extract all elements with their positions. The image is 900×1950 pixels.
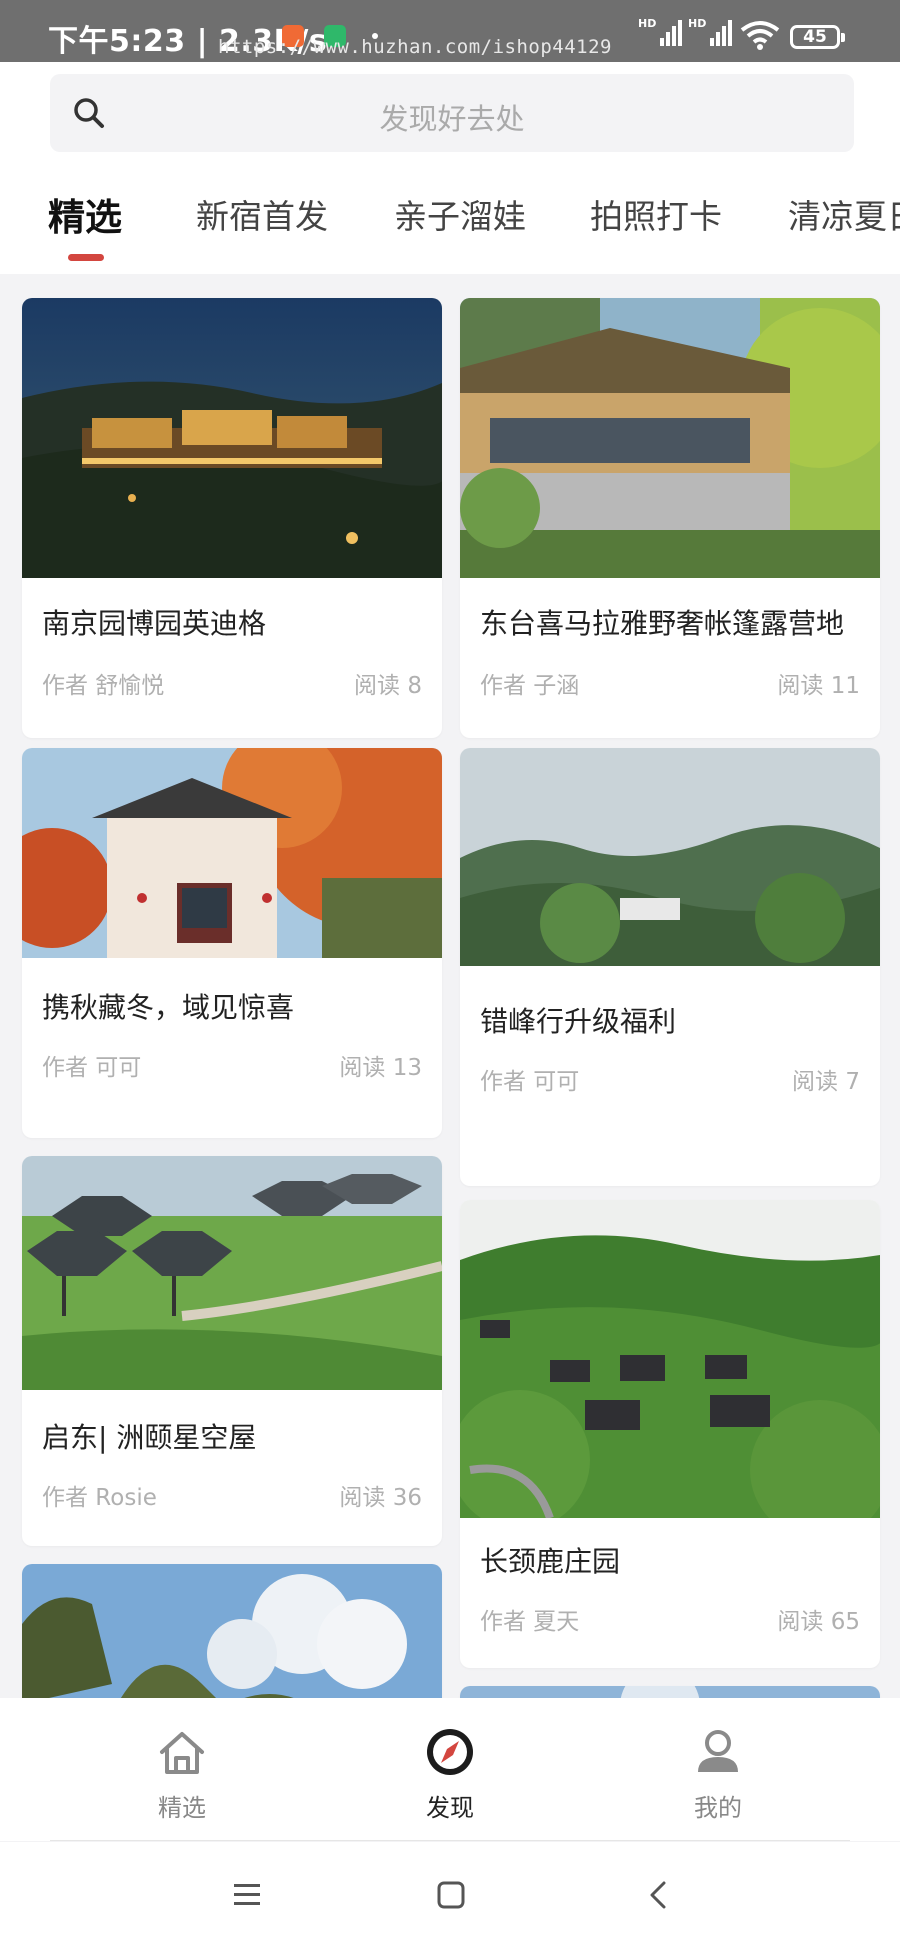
tab-summer[interactable]: 清凉夏日 (788, 190, 900, 238)
card-author: 作者 Rosie (42, 1485, 157, 1511)
user-icon (698, 1730, 738, 1772)
divider (50, 1840, 850, 1841)
card-image-bamboo-villas (460, 1200, 880, 1518)
card-reads: 阅读 11 (777, 673, 860, 699)
search-placeholder: 发现好去处 (379, 102, 525, 136)
card-author: 作者 可可 (42, 1055, 142, 1081)
card-title: 长颈鹿庄园 (480, 1545, 621, 1578)
card-reads: 阅读 7 (792, 1069, 860, 1095)
card-title: 启东| 洲颐星空屋 (42, 1421, 257, 1454)
nav-featured-label: 精选 (158, 1794, 206, 1822)
card-title: 错峰行升级福利 (480, 1005, 677, 1038)
card-image-sky (460, 1686, 880, 1698)
svg-text:HD: HD (638, 17, 656, 30)
article-card[interactable]: 错峰行升级福利 作者 可可 阅读 7 (460, 748, 880, 1186)
article-card[interactable]: 长颈鹿庄园 作者 夏天 阅读 65 (460, 1200, 880, 1668)
home-square-icon[interactable] (436, 1880, 466, 1910)
header: 发现好去处 精选 新宿首发 亲子溜娃 拍照打卡 清凉夏日 (0, 62, 900, 274)
tab-family[interactable]: 亲子溜娃 (394, 190, 526, 238)
card-image-hexagon-cabins (22, 1156, 442, 1390)
nav-featured[interactable]: 精选 (122, 1726, 242, 1823)
nav-profile-label: 我的 (694, 1794, 742, 1822)
wifi-icon (740, 21, 780, 50)
signal-icon-2: HD (688, 17, 732, 46)
card-reads: 阅读 13 (339, 1055, 422, 1081)
card-reads: 阅读 36 (339, 1485, 422, 1511)
card-reads: 阅读 65 (777, 1609, 860, 1635)
article-card[interactable]: 南京园博园英迪格 作者 舒愉悦 阅读 8 (22, 298, 442, 738)
back-icon[interactable] (644, 1880, 674, 1910)
card-image-karst-mountains (22, 1564, 442, 1698)
menu-icon[interactable] (232, 1880, 262, 1910)
card-author: 作者 舒愉悦 (42, 673, 165, 699)
card-reads: 阅读 8 (354, 673, 422, 699)
card-author: 作者 夏天 (480, 1609, 580, 1635)
article-card[interactable]: 启东| 洲颐星空屋 作者 Rosie 阅读 36 (22, 1156, 442, 1546)
card-title: 携秋藏冬，域见惊喜 (42, 991, 295, 1024)
watermark-url: https://www.huzhan.com/ishop44129 (218, 36, 612, 58)
signal-icon: HD (638, 17, 682, 46)
article-feed[interactable]: 南京园博园英迪格 作者 舒愉悦 阅读 8 东台喜马拉雅野奢帐篷露营地 作者 子涵… (0, 274, 900, 1698)
card-title: 东台喜马拉雅野奢帐篷露营地 (480, 607, 845, 640)
tab-photo-spots[interactable]: 拍照打卡 (590, 190, 722, 238)
system-navigation-bar (0, 1842, 900, 1950)
card-image-tent-lodge (460, 298, 880, 578)
home-icon (160, 1732, 204, 1774)
card-title: 南京园博园英迪格 (42, 607, 267, 640)
card-author: 作者 子涵 (480, 673, 580, 699)
svg-text:HD: HD (688, 17, 706, 30)
nav-discover-label: 发现 (426, 1794, 474, 1822)
category-tabs: 精选 新宿首发 亲子溜娃 拍照打卡 清凉夏日 (0, 190, 900, 274)
battery-icon: 45 (790, 25, 845, 49)
tab-featured[interactable]: 精选 (48, 187, 122, 241)
article-card[interactable] (22, 1564, 442, 1698)
compass-icon (427, 1729, 473, 1775)
article-card[interactable] (460, 1686, 880, 1698)
card-image-night-resort (22, 298, 442, 578)
bottom-nav: 精选 发现 我的 (0, 1698, 900, 1841)
nav-discover[interactable]: 发现 (390, 1726, 510, 1823)
card-image-autumn-house (22, 748, 442, 958)
tab-new-stays[interactable]: 新宿首发 (196, 190, 328, 238)
nav-profile[interactable]: 我的 (658, 1726, 778, 1823)
card-author: 作者 可可 (480, 1069, 580, 1095)
article-card[interactable]: 携秋藏冬，域见惊喜 作者 可可 阅读 13 (22, 748, 442, 1138)
article-card[interactable]: 东台喜马拉雅野奢帐篷露营地 作者 子涵 阅读 11 (460, 298, 880, 738)
active-tab-indicator (68, 254, 104, 261)
search-bar[interactable]: 发现好去处 (50, 74, 854, 152)
card-image-forest-hills (460, 748, 880, 966)
